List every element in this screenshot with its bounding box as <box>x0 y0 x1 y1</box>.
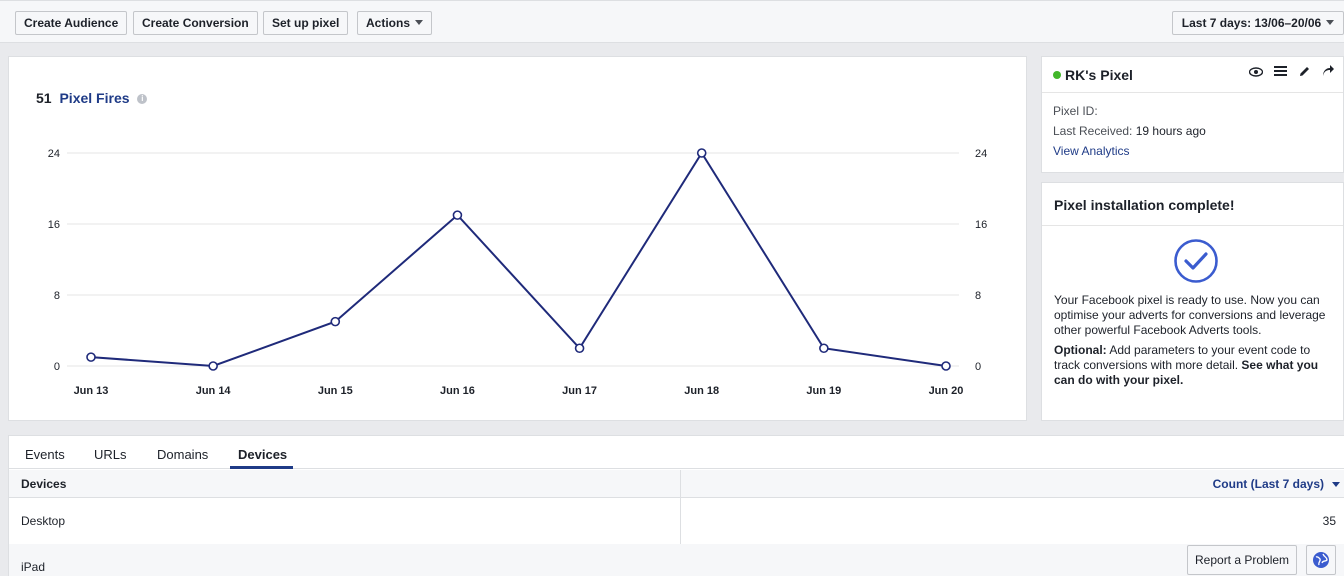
pixel-card-header: RK's Pixel <box>1042 57 1343 93</box>
create-conversion-button[interactable]: Create Conversion <box>133 11 258 35</box>
x-tick-label: Jun 14 <box>196 385 232 397</box>
pixel-info-card: RK's Pixel Pixel ID: Last Received: 19 h… <box>1041 56 1344 173</box>
check-circle-icon <box>1173 238 1219 287</box>
y-tick-label-left: 16 <box>48 219 60 231</box>
series-line <box>90 151 947 368</box>
data-point <box>330 316 341 327</box>
list-icon[interactable] <box>1272 65 1288 81</box>
pixel-id-row: Pixel ID: <box>1053 101 1332 121</box>
installation-complete-card: Pixel installation complete! Your Facebo… <box>1041 182 1344 421</box>
install-body: Your Facebook pixel is ready to use. Now… <box>1054 293 1326 337</box>
x-tick-label: Jun 18 <box>684 385 719 397</box>
x-tick-label: Jun 16 <box>440 385 475 397</box>
install-card-text: Your Facebook pixel is ready to use. Now… <box>1054 293 1339 393</box>
install-card-title: Pixel installation complete! <box>1042 183 1343 226</box>
globe-icon <box>1313 552 1329 568</box>
date-range-dropdown[interactable]: Last 7 days: 13/06–20/06 <box>1172 11 1344 35</box>
pixel-card-body: Pixel ID: Last Received: 19 hours ago Vi… <box>1042 93 1343 169</box>
optional-label: Optional: <box>1054 343 1107 357</box>
data-point <box>574 343 585 354</box>
pixel-id-label: Pixel ID: <box>1053 104 1098 118</box>
share-icon[interactable] <box>1320 65 1336 81</box>
pixel-fires-chart-card: 51 Pixel Fires i 0 0 8 8 16 16 24 24 Jun 13 Jun 1… <box>8 56 1027 421</box>
globe-button[interactable] <box>1306 545 1336 575</box>
data-point <box>452 210 463 220</box>
device-name: iPad <box>21 560 46 574</box>
pencil-icon[interactable] <box>1296 65 1312 81</box>
pixel-fires-line-chart: 0 0 8 8 16 16 24 24 Jun 13 Jun 14 Jun 15 Jun 16 Jun … <box>48 148 988 397</box>
last-received-row: Last Received: 19 hours ago <box>1053 121 1332 141</box>
data-point <box>86 352 96 362</box>
actions-dropdown[interactable]: Actions <box>357 11 433 35</box>
create-audience-button[interactable]: Create Audience <box>15 11 128 35</box>
table-row: Desktop 35 <box>9 498 1344 544</box>
sort-chevron-down-icon[interactable] <box>1332 482 1340 487</box>
y-tick-label-left: 0 <box>54 361 60 373</box>
device-count: 35 <box>1322 514 1336 528</box>
y-tick-label-left: 24 <box>48 148 60 160</box>
y-tick-label-right: 0 <box>975 361 981 373</box>
y-tick-label-right: 8 <box>975 290 981 302</box>
y-tick-label-right: 16 <box>975 219 987 231</box>
tab-urls[interactable]: URLs <box>94 447 127 462</box>
y-tick-label-right: 24 <box>975 148 987 160</box>
last-received-label: Last Received: <box>1053 124 1133 138</box>
tab-domains[interactable]: Domains <box>157 447 208 462</box>
column-header-count[interactable]: Count (Last 7 days) <box>1213 477 1324 491</box>
actions-label: Actions <box>366 16 411 30</box>
x-tick-label: Jun 13 <box>74 385 109 397</box>
last-received-value: 19 hours ago <box>1135 124 1206 138</box>
tab-bar: Events URLs Domains Devices <box>9 436 1344 469</box>
tab-events[interactable]: Events <box>25 447 65 462</box>
status-dot <box>1053 71 1061 79</box>
x-tick-label: Jun 19 <box>806 385 841 397</box>
y-tick-label-left: 8 <box>54 290 60 302</box>
chevron-down-icon <box>415 20 424 26</box>
top-toolbar: Create Audience Create Conversion Set up… <box>0 0 1344 43</box>
device-name: Desktop <box>21 514 66 528</box>
chevron-down-icon <box>1326 20 1335 26</box>
data-point <box>696 148 707 158</box>
view-analytics-link[interactable]: View Analytics <box>1053 144 1129 158</box>
x-tick-label: Jun 20 <box>929 385 964 397</box>
date-range-label: Last 7 days: 13/06–20/06 <box>1181 16 1322 30</box>
install-optional: Optional: Add parameters to your event c… <box>1054 343 1339 388</box>
table-row: iPad <box>9 544 1344 576</box>
data-point <box>208 361 218 371</box>
set-up-pixel-button[interactable]: Set up pixel <box>263 11 349 35</box>
breakdown-panel: Events URLs Domains Devices Devices Coun… <box>8 435 1344 576</box>
data-point <box>941 361 951 371</box>
tab-devices[interactable]: Devices <box>238 447 287 462</box>
table-header: Devices Count (Last 7 days) <box>9 470 1344 498</box>
pixel-name: RK's Pixel <box>1065 67 1133 83</box>
active-tab-indicator <box>230 466 293 469</box>
column-header-devices: Devices <box>21 477 67 491</box>
report-problem-button[interactable]: Report a Problem <box>1187 545 1298 575</box>
eye-icon[interactable] <box>1248 65 1264 81</box>
x-tick-label: Jun 17 <box>562 385 597 397</box>
x-tick-label: Jun 15 <box>318 385 353 397</box>
data-point <box>819 343 829 354</box>
